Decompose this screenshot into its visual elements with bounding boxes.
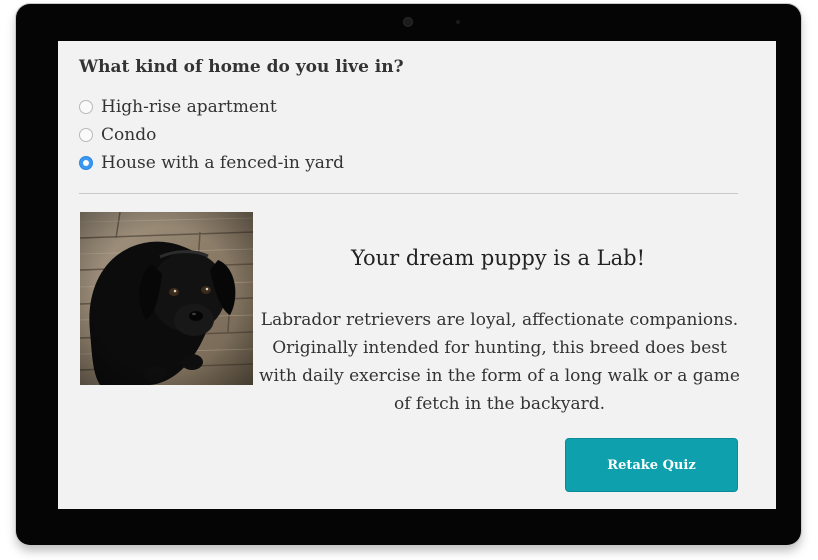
puppy-photo xyxy=(80,212,253,385)
camera-icon xyxy=(403,17,413,27)
quiz-screen: What kind of home do you live in? High-r… xyxy=(58,41,776,509)
tablet-frame: What kind of home do you live in? High-r… xyxy=(16,4,801,545)
sensor-icon xyxy=(456,20,460,24)
option-condo[interactable]: Condo xyxy=(79,121,344,149)
question-heading: What kind of home do you live in? xyxy=(79,57,404,77)
radio-checked-icon[interactable] xyxy=(79,156,93,170)
option-house-fenced-yard[interactable]: House with a fenced-in yard xyxy=(79,149,344,177)
retake-quiz-button[interactable]: Retake Quiz xyxy=(565,438,738,492)
option-label: High-rise apartment xyxy=(101,97,277,117)
black-labrador-puppy-icon xyxy=(80,212,253,385)
option-label: House with a fenced-in yard xyxy=(101,153,344,173)
radio-unchecked-icon[interactable] xyxy=(79,128,93,142)
radio-unchecked-icon[interactable] xyxy=(79,100,93,114)
result-title: Your dream puppy is a Lab! xyxy=(350,246,646,270)
option-high-rise[interactable]: High-rise apartment xyxy=(79,93,344,121)
answer-options: High-rise apartment Condo House with a f… xyxy=(79,93,344,177)
result-description: Labrador retrievers are loyal, affection… xyxy=(259,310,740,414)
divider xyxy=(79,193,738,194)
option-label: Condo xyxy=(101,125,157,145)
